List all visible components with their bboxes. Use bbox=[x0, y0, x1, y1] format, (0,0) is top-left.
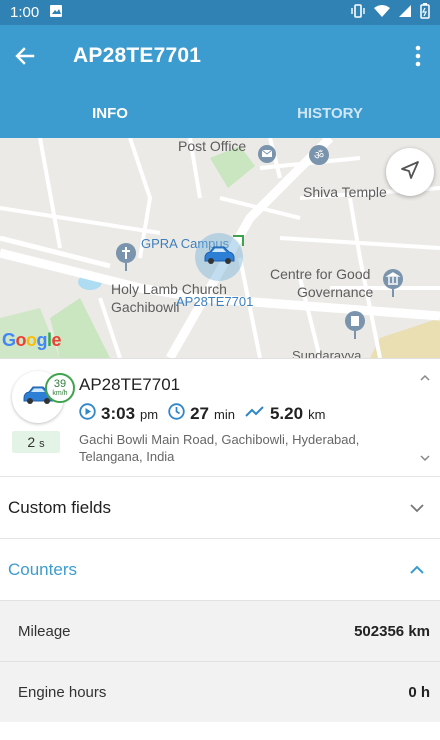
duration-unit: s bbox=[39, 438, 45, 450]
time-value: 3:03 bbox=[101, 404, 136, 423]
book-poi-icon bbox=[344, 310, 365, 339]
map-label-centre-good-governance-1: Centre for Good bbox=[270, 266, 371, 282]
minutes-value: 27 bbox=[190, 404, 210, 423]
map-label-post-office: Post Office bbox=[178, 138, 247, 154]
stat-time: 3:03 pm bbox=[79, 403, 158, 425]
counter-row-engine-hours: Engine hours 0 h bbox=[0, 661, 440, 722]
speed-unit: km/h bbox=[52, 390, 68, 397]
tab-info[interactable]: INFO bbox=[0, 97, 220, 138]
temple-poi-icon: ॐ bbox=[308, 144, 329, 170]
distance-value: 5.20 bbox=[269, 404, 304, 423]
chevron-down-icon[interactable] bbox=[418, 451, 432, 465]
map-label-shiva-temple: Shiva Temple bbox=[303, 184, 387, 200]
car-icon bbox=[202, 244, 236, 271]
map-label-centre-good-governance-2: Governance bbox=[297, 284, 374, 300]
status-bar: 1:00 bbox=[0, 0, 440, 25]
more-vert-icon[interactable] bbox=[410, 43, 426, 69]
speed-badge: 39 km/h bbox=[45, 373, 75, 403]
google-logo: Google bbox=[2, 330, 62, 350]
route-trend-icon bbox=[245, 403, 265, 425]
counter-row-mileage: Mileage 502356 km bbox=[0, 600, 440, 661]
status-time: 1:00 bbox=[10, 4, 40, 21]
museum-poi-icon bbox=[382, 268, 403, 297]
play-circle-icon bbox=[79, 403, 96, 425]
custom-fields-label: Custom fields bbox=[8, 498, 111, 517]
mail-poi-icon bbox=[257, 144, 277, 170]
counters-label: Counters bbox=[8, 560, 77, 579]
chevron-up-icon[interactable] bbox=[408, 561, 426, 579]
duration-value: 2 bbox=[27, 434, 36, 450]
signal-icon bbox=[398, 4, 412, 22]
counter-key: Mileage bbox=[18, 623, 71, 640]
battery-icon bbox=[420, 2, 430, 23]
back-arrow-icon[interactable] bbox=[12, 43, 38, 69]
time-unit: pm bbox=[140, 406, 159, 422]
duration-chip: 2 s bbox=[12, 431, 60, 453]
tab-history[interactable]: HISTORY bbox=[220, 97, 440, 138]
app-bar: AP28TE7701 INFO HISTORY bbox=[0, 25, 440, 138]
svg-text:ॐ: ॐ bbox=[314, 149, 324, 162]
clock-icon bbox=[168, 403, 185, 425]
chevron-up-icon[interactable] bbox=[418, 371, 432, 385]
minutes-unit: min bbox=[214, 406, 235, 422]
stat-distance: 5.20 km bbox=[245, 403, 325, 425]
vehicle-address: Gachi Bowli Main Road, Gachibowli, Hyder… bbox=[79, 432, 360, 464]
distance-unit: km bbox=[308, 406, 326, 422]
vibrate-icon bbox=[350, 3, 366, 22]
tab-bar: INFO HISTORY bbox=[0, 97, 440, 138]
wifi-icon bbox=[374, 4, 390, 22]
page-title: AP28TE7701 bbox=[73, 44, 202, 67]
counters-section[interactable]: Counters bbox=[0, 538, 440, 600]
counter-key: Engine hours bbox=[18, 684, 107, 701]
map-view[interactable]: Post Office ॐ Shiva Temple GPRA Campus H… bbox=[0, 138, 440, 358]
church-poi-icon bbox=[115, 242, 136, 271]
vehicle-summary-card[interactable]: 39 km/h 2 s AP28TE7701 3:03 pm 27 min 5.… bbox=[0, 358, 440, 476]
navigation-arrow-icon bbox=[399, 159, 421, 186]
chevron-down-icon[interactable] bbox=[408, 499, 426, 517]
vehicle-name: AP28TE7701 bbox=[79, 375, 181, 394]
my-location-button[interactable] bbox=[386, 148, 434, 196]
image-notification-icon bbox=[49, 4, 63, 22]
custom-fields-section[interactable]: Custom fields bbox=[0, 476, 440, 538]
counter-value: 0 h bbox=[408, 684, 430, 701]
trip-stats: 3:03 pm 27 min 5.20 km bbox=[79, 403, 325, 425]
stat-duration: 27 min bbox=[168, 403, 235, 425]
map-label-sundarayya: Sundarayya bbox=[292, 348, 362, 358]
counter-value: 502356 km bbox=[354, 623, 430, 640]
speed-value: 39 bbox=[53, 378, 67, 390]
vehicle-map-marker[interactable] bbox=[195, 233, 243, 281]
map-label-vehicle-plate: AP28TE7701 bbox=[176, 294, 254, 309]
map-label-gachibowli: Gachibowli bbox=[111, 299, 180, 315]
